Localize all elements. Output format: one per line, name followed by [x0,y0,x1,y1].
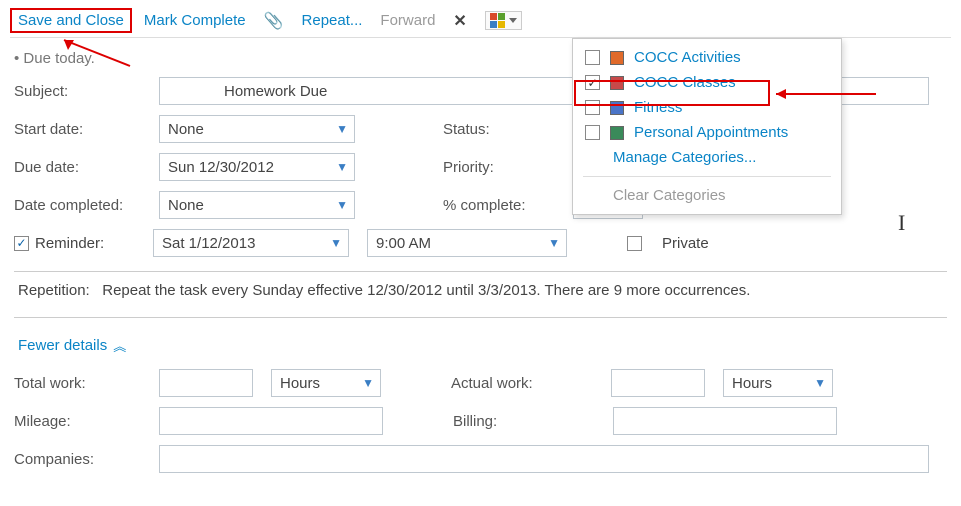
due-date-label: Due date: [14,159,159,176]
category-label: COCC Classes [634,74,829,91]
billing-label: Billing: [453,413,613,430]
toolbar: Save and Close Mark Complete 📎 Repeat...… [10,8,951,38]
category-checkbox[interactable] [585,125,600,140]
category-item-personal-appointments[interactable]: Personal Appointments [573,120,841,145]
status-label: Status: [443,121,573,138]
mileage-label: Mileage: [14,413,159,430]
forward-button: Forward [380,12,435,29]
category-label: COCC Activities [634,49,829,66]
chevron-down-icon: ▼ [336,122,348,136]
total-work-unit: Hours [280,375,320,392]
actual-work-unit-combo[interactable]: Hours ▼ [723,369,833,397]
start-date-value: None [168,121,204,138]
category-checkbox[interactable] [585,100,600,115]
repetition-label: Repetition: [18,282,90,299]
category-checkbox[interactable] [585,50,600,65]
category-swatch-icon [610,76,624,90]
subject-label: Subject: [14,83,159,100]
chevron-up-icon: ︽ [113,336,123,355]
repeat-button[interactable]: Repeat... [302,12,363,29]
category-swatch-icon [610,51,624,65]
percent-complete-label: % complete: [443,197,573,214]
category-item-cocc-classes[interactable]: COCC Classes [573,70,841,95]
category-item-fitness[interactable]: Fitness [573,95,841,120]
category-checkbox[interactable] [585,75,600,90]
start-date-combo[interactable]: None ▼ [159,115,355,143]
categories-icon [490,13,505,28]
manage-categories-button[interactable]: Manage Categories... [573,145,841,170]
due-date-value: Sun 12/30/2012 [168,159,274,176]
category-label: Personal Appointments [634,124,829,141]
chevron-down-icon: ▼ [814,376,826,390]
chevron-down-icon: ▼ [362,376,374,390]
divider [14,317,947,318]
actual-work-input[interactable] [611,369,705,397]
priority-label: Priority: [443,159,573,176]
categorize-button[interactable] [485,11,522,30]
mark-complete-button[interactable]: Mark Complete [144,12,246,29]
total-work-input[interactable] [159,369,253,397]
chevron-down-icon: ▼ [330,236,342,250]
actual-work-unit: Hours [732,375,772,392]
repetition-text: Repeat the task every Sunday effective 1… [102,282,750,299]
menu-separator [583,176,831,177]
chevron-down-icon: ▼ [548,236,560,250]
companies-label: Companies: [14,451,159,468]
fewer-details-toggle[interactable]: Fewer details ︽ [14,328,127,369]
attach-icon[interactable]: 📎 [264,11,284,31]
category-swatch-icon [610,101,624,115]
reminder-label: Reminder: [35,235,153,252]
categories-menu: COCC Activities COCC Classes Fitness Per… [572,38,842,215]
category-swatch-icon [610,126,624,140]
category-label: Fitness [634,99,829,116]
category-item-cocc-activities[interactable]: COCC Activities [573,45,841,70]
billing-input[interactable] [613,407,837,435]
private-checkbox[interactable] [627,236,642,251]
private-label: Private [662,235,709,252]
start-date-label: Start date: [14,121,159,138]
reminder-date-value: Sat 1/12/2013 [162,235,255,252]
total-work-label: Total work: [14,375,159,392]
clear-categories-button: Clear Categories [573,183,841,208]
date-completed-combo[interactable]: None ▼ [159,191,355,219]
total-work-unit-combo[interactable]: Hours ▼ [271,369,381,397]
save-and-close-button[interactable]: Save and Close [10,8,132,33]
date-completed-label: Date completed: [14,197,159,214]
divider [14,271,947,272]
companies-input[interactable] [159,445,929,473]
reminder-time-combo[interactable]: 9:00 AM ▼ [367,229,567,257]
actual-work-label: Actual work: [451,375,611,392]
delete-icon[interactable]: ✕ [453,11,466,31]
date-completed-value: None [168,197,204,214]
reminder-date-combo[interactable]: Sat 1/12/2013 ▼ [153,229,349,257]
fewer-details-label: Fewer details [18,337,107,354]
repetition-line: Repetition: Repeat the task every Sunday… [14,282,947,303]
due-date-combo[interactable]: Sun 12/30/2012 ▼ [159,153,355,181]
reminder-time-value: 9:00 AM [376,235,431,252]
chevron-down-icon: ▼ [336,160,348,174]
reminder-checkbox[interactable] [14,236,29,251]
mileage-input[interactable] [159,407,383,435]
chevron-down-icon [509,18,517,23]
chevron-down-icon: ▼ [336,198,348,212]
